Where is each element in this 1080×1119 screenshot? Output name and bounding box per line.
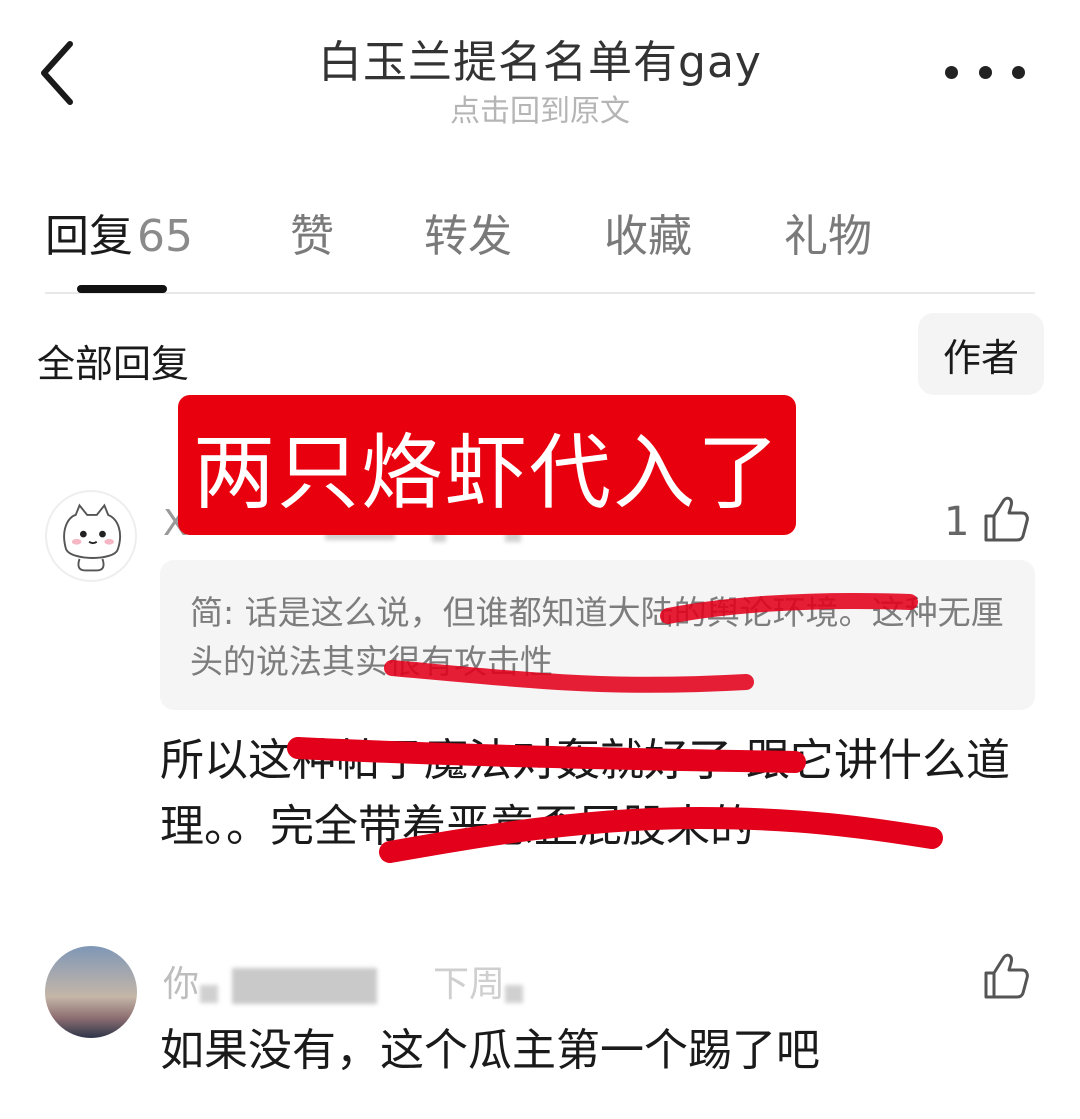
- tab-gifts[interactable]: 礼物: [784, 200, 872, 264]
- tab-reposts[interactable]: 转发: [424, 200, 512, 264]
- thumbs-up-icon[interactable]: [982, 494, 1030, 544]
- like-count: 1: [944, 499, 970, 545]
- username[interactable]: 你: [163, 955, 199, 1007]
- avatar[interactable]: [45, 946, 137, 1038]
- tabs-divider: [45, 292, 1035, 294]
- overlay-banner: 两只烙虾代入了: [178, 395, 796, 535]
- back-to-original-link[interactable]: 点击回到原文: [0, 86, 1080, 130]
- active-tab-indicator: [77, 285, 167, 293]
- reply-count: 65: [137, 211, 193, 262]
- author-filter-button[interactable]: 作者: [918, 313, 1044, 395]
- redacted-username: [200, 985, 218, 1003]
- page-title[interactable]: 白玉兰提名名单有gay: [0, 26, 1080, 90]
- more-dots-icon: [945, 65, 958, 79]
- thumbs-up-icon[interactable]: [982, 951, 1030, 1001]
- quote-author: 简:: [190, 593, 235, 632]
- more-button[interactable]: [945, 55, 1025, 89]
- quote-body: 话是这么说，但谁都知道大陆的舆论环境。这种无厘头的说法其实很有攻击性: [190, 593, 1004, 681]
- tab-favorites[interactable]: 收藏: [604, 200, 692, 264]
- username-tail: 下周: [433, 964, 506, 1005]
- redacted-username: [232, 968, 377, 1004]
- tab-replies[interactable]: 回复65: [45, 200, 193, 264]
- comment-text: 如果没有，这个瓜主第一个踢了吧: [160, 1025, 820, 1076]
- avatar[interactable]: [45, 490, 137, 582]
- comment-text: 所以这种帖子魔法对轰就好了 跟它讲什么道理。。完全带着恶意歪屁股来的: [160, 735, 1010, 852]
- quoted-reply-text: 简: 话是这么说，但谁都知道大陆的舆论环境。这种无厘头的说法其实很有攻击性: [190, 588, 1010, 686]
- tab-likes[interactable]: 赞: [290, 200, 334, 264]
- cat-avatar-icon: [63, 503, 122, 572]
- section-title: 全部回复: [37, 342, 190, 386]
- tab-label: 回复: [45, 211, 133, 262]
- redacted-username: [505, 985, 523, 1003]
